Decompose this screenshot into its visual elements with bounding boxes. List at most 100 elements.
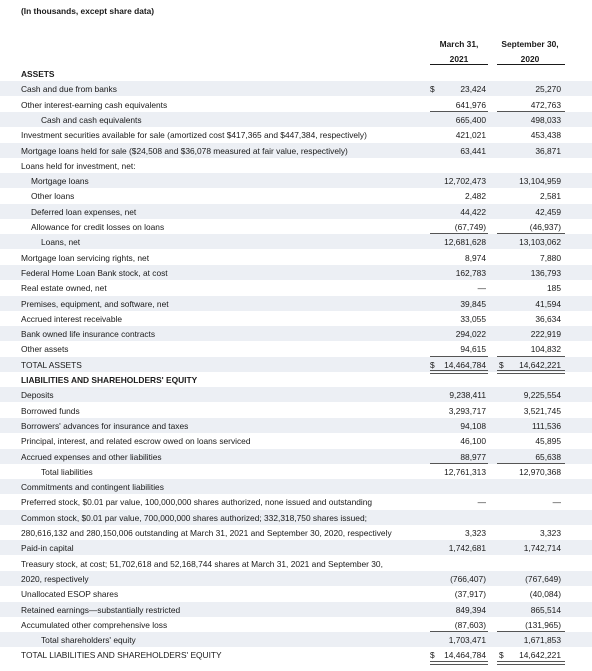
row-label: Loans held for investment, net: [21,160,136,171]
column-header-line: September 30, [501,39,559,49]
row-label: Accrued interest receivable [21,313,123,324]
row-label: Common stock, $0.01 par value, 700,000,0… [21,512,367,523]
value-march-2021: 14,464,784 [444,359,486,370]
table-row: Preferred stock, $0.01 par value, 100,00… [0,494,592,509]
table-row: Cash and due from banks $23,424 25,270 [0,81,592,97]
value-september-2020: (131,965) [525,619,561,630]
value-march-2021: 12,702,473 [444,176,486,187]
value-september-2020: 12,970,368 [519,466,561,477]
row-label: Other interest-earning cash equivalents [21,99,168,110]
row-label: TOTAL ASSETS [21,359,82,370]
value-september-2020: 1,742,714 [523,543,561,554]
row-label: Accumulated other comprehensive loss [21,619,168,630]
value-september-2020: (767,649) [525,573,561,584]
table-row: Mortgage loans 12,702,473 13,104,959 [0,173,592,189]
value-march-2021: 9,238,411 [449,390,486,401]
table-row: Borrowed funds 3,293,717 3,521,745 [0,403,592,418]
value-march-2021: 641,976 [455,99,486,110]
table-row: Bank owned life insurance contracts 294,0… [0,326,592,342]
value-march-2021: 421,021 [455,130,486,141]
table-row: Cash and cash equivalents 665,400 498,033 [0,111,592,127]
row-label: LIABILITIES AND SHAREHOLDERS' EQUITY [21,375,198,385]
value-march-2021: 2,482 [465,191,486,202]
total-double-underline [497,660,565,665]
value-september-2020: 3,521,745 [523,405,561,416]
value-september-2020: — [552,497,561,508]
row-label: Total shareholders' equity [41,635,136,646]
table-row: Investment securities available for sale… [0,127,592,142]
value-september-2020: 453,438 [530,130,561,141]
value-september-2020: 111,536 [531,420,561,431]
table-row: Commitments and contingent liabilities [0,479,592,495]
value-march-2021: 1,703,471 [448,635,486,646]
table-row: Loans held for investment, net: [0,158,592,173]
row-label: Mortgage loans held for sale ($24,508 an… [21,145,348,156]
row-label: Unallocated ESOP shares [21,589,119,600]
table-row: LIABILITIES AND SHAREHOLDERS' EQUITY [0,372,592,387]
value-march-2021: (87,603) [454,619,486,630]
row-label: Bank owned life insurance contracts [21,329,156,340]
row-label: Deposits [21,390,54,401]
row-label: Premises, equipment, and software, net [21,298,169,309]
value-march-2021: (37,917) [454,589,486,600]
value-march-2021: 12,681,628 [444,237,486,248]
row-label: Other loans [31,191,75,202]
value-september-2020: 472,763 [530,99,561,110]
table-row: Accrued interest receivable 33,055 36,634 [0,311,592,326]
value-march-2021: 94,108 [460,420,486,431]
value-september-2020: 13,104,959 [519,176,561,187]
value-september-2020: 65,638 [535,451,561,462]
value-march-2021: 3,323 [465,528,486,538]
value-march-2021: 46,100 [460,436,486,447]
row-label: Real estate owned, net [21,283,107,294]
table-row: Common stock, $0.01 par value, 700,000,0… [0,509,592,525]
table-row: ASSETS [0,66,592,81]
table-row: Paid-in capital 1,742,681 1,742,714 [0,540,592,556]
row-label: Deferred loan expenses, net [31,206,137,217]
total-double-underline [430,660,488,665]
value-march-2021: — [477,497,486,508]
row-label: Federal Home Loan Bank stock, at cost [21,267,168,278]
row-label: Total liabilities [41,466,93,477]
value-march-2021: (766,407) [450,573,486,584]
table-row: Principal, interest, and related escrow … [0,433,592,448]
row-label: Retained earnings—substantially restrict… [21,604,181,615]
row-label: Other assets [21,344,69,355]
table-row: Deferred loan expenses, net 44,422 42,459 [0,203,592,219]
table-row: Premises, equipment, and software, net 39… [0,295,592,311]
column-header-september-2020: September 30, 2020 [495,39,565,64]
column-header-line: 2021 [449,54,469,64]
row-label: Cash and due from banks [21,84,117,95]
row-label: Allowance for credit losses on loans [31,222,165,232]
column-header-line: 2020 [520,54,540,64]
table-row: Accumulated other comprehensive loss (87,… [0,617,592,632]
column-header-march-2021: March 31, 2021 [430,39,488,64]
value-march-2021: (67,749) [454,222,486,232]
row-label: Paid-in capital [21,543,74,554]
value-september-2020: 45,895 [535,436,561,447]
value-march-2021: 294,022 [455,329,486,340]
table-row: Mortgage loans held for sale ($24,508 an… [0,142,592,158]
value-march-2021: 63,441 [460,145,486,156]
value-march-2021: 8,974 [465,252,486,263]
value-september-2020: 222,919 [530,329,561,340]
value-september-2020: 14,642,221 [519,359,561,370]
value-september-2020: (40,084) [529,589,561,600]
table-row: Total liabilities 12,761,313 12,970,368 [0,464,592,479]
row-label: Commitments and contingent liabilities [21,482,164,493]
table-row: Real estate owned, net — 185 [0,280,592,295]
row-label: Cash and cash equivalents [41,114,142,125]
value-september-2020: 13,103,062 [519,237,561,248]
value-september-2020: 9,225,554 [523,390,561,401]
table-row: Federal Home Loan Bank stock, at cost 162… [0,264,592,280]
value-march-2021: 44,422 [460,206,486,217]
row-label: Investment securities available for sale… [21,130,367,141]
value-march-2021: 3,293,717 [448,405,486,416]
value-september-2020: 136,793 [530,267,561,278]
value-september-2020: 104,832 [530,344,561,355]
row-label: Principal, interest, and related escrow … [21,436,251,447]
row-label: Treasury stock, at cost; 51,702,618 and … [21,558,383,569]
table-note: (In thousands, except share data) [21,6,155,16]
value-march-2021: — [477,283,486,294]
table-row: 280,616,132 and 280,150,006 outstanding … [0,525,592,540]
